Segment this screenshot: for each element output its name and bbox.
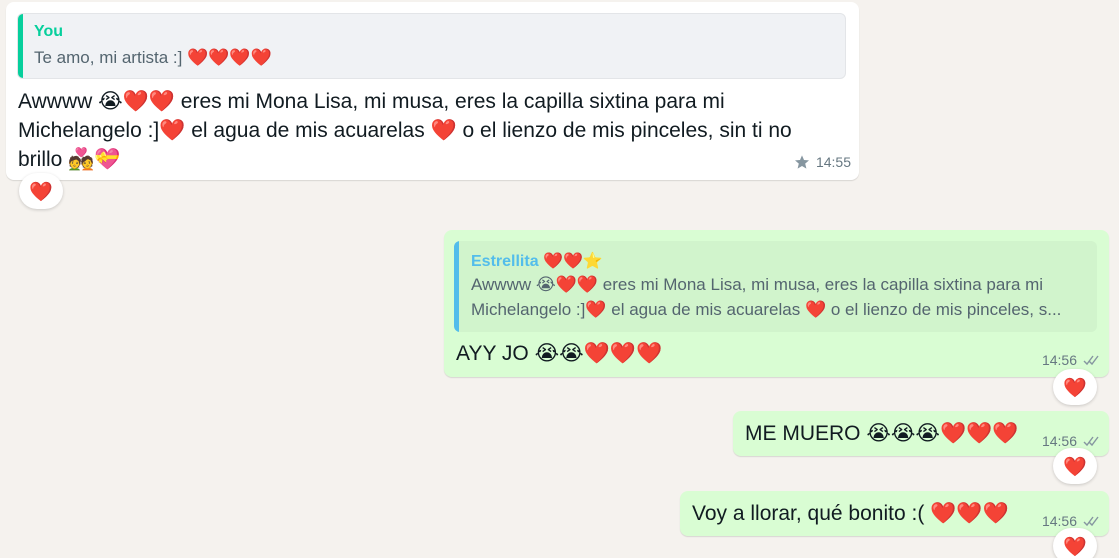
incoming-message[interactable]: You Te amo, mi artista :] ❤️❤️❤️❤️ Awwww… [6, 2, 859, 180]
outgoing-message[interactable]: Estrellita ❤️❤️⭐ Awwww 😭❤️❤️ eres mi Mon… [444, 230, 1109, 377]
quote-accent-bar [18, 14, 23, 78]
double-check-icon [1083, 436, 1099, 447]
message-time: 14:55 [815, 154, 851, 170]
quote-accent-bar [454, 241, 459, 332]
message-text: ME MUERO 😭😭😭❤️❤️❤️ [745, 422, 1019, 445]
message-time: 14:56 [1041, 433, 1077, 449]
message-time: 14:56 [1041, 352, 1077, 368]
star-icon [794, 155, 809, 169]
heart-icon: ❤️ [1063, 535, 1087, 558]
outgoing-message[interactable]: Voy a llorar, qué bonito :( ❤️❤️❤️ 14:56 [680, 491, 1109, 536]
quoted-message[interactable]: You Te amo, mi artista :] ❤️❤️❤️❤️ [17, 13, 846, 79]
heart-reaction[interactable]: ❤️ [1053, 369, 1097, 405]
quoted-message[interactable]: Estrellita ❤️❤️⭐ Awwww 😭❤️❤️ eres mi Mon… [454, 241, 1097, 332]
outgoing-message[interactable]: ME MUERO 😭😭😭❤️❤️❤️ 14:56 [733, 411, 1109, 456]
quote-author: Estrellita ❤️❤️⭐ [471, 253, 603, 270]
heart-reaction[interactable]: ❤️ [1053, 528, 1097, 558]
quote-author: You [34, 23, 64, 40]
chat-conversation-panel: You Te amo, mi artista :] ❤️❤️❤️❤️ Awwww… [0, 0, 1119, 558]
message-text: Voy a llorar, qué bonito :( ❤️❤️❤️ [692, 502, 1009, 525]
message-meta: 14:56 [1042, 513, 1101, 529]
message-meta: 14:56 [1042, 352, 1101, 368]
heart-icon: ❤️ [1063, 455, 1087, 478]
quote-text: Te amo, mi artista :] ❤️❤️❤️❤️ [34, 48, 272, 67]
heart-reaction[interactable]: ❤️ [19, 173, 63, 209]
message-meta: 14:55 [794, 154, 851, 170]
double-check-icon [1083, 516, 1099, 527]
message-time: 14:56 [1041, 513, 1077, 529]
heart-reaction[interactable]: ❤️ [1053, 448, 1097, 484]
double-check-icon [1083, 355, 1099, 366]
message-meta: 14:56 [1042, 433, 1101, 449]
heart-icon: ❤️ [1063, 376, 1087, 399]
heart-icon: ❤️ [29, 180, 53, 203]
message-text: AYY JO 😭😭❤️❤️❤️ [456, 342, 663, 365]
quote-text: Awwww 😭❤️❤️ eres mi Mona Lisa, mi musa, … [471, 275, 1062, 319]
message-text: Awwww 😭❤️❤️ eres mi Mona Lisa, mi musa, … [18, 90, 792, 171]
